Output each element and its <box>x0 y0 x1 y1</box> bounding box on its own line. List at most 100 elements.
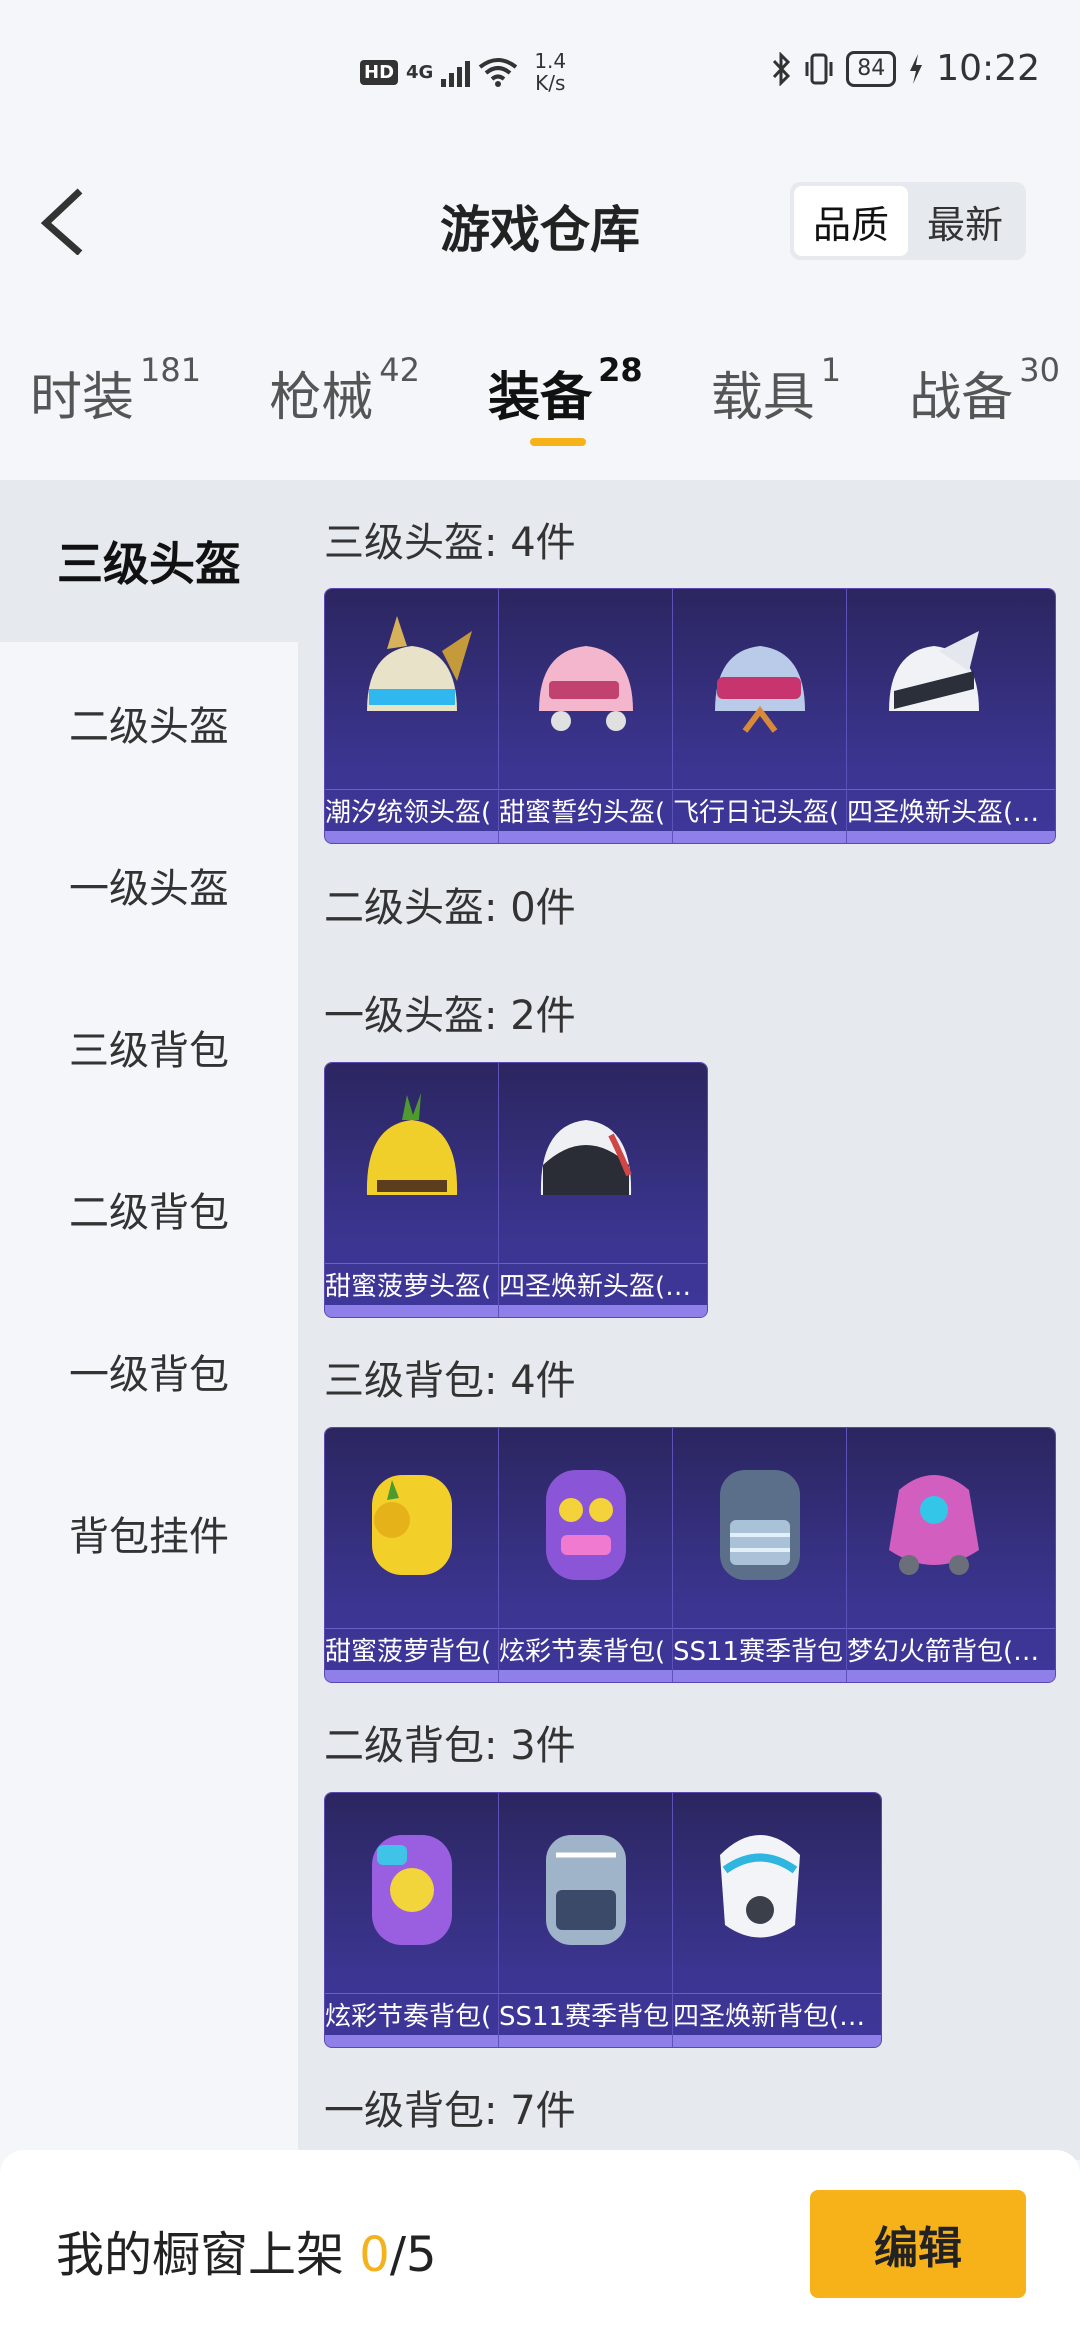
status-right: 84 10:22 <box>770 48 1040 89</box>
backpack-icon <box>372 1835 452 1945</box>
tab-fashion[interactable]: 时装 181 <box>30 351 201 430</box>
item-card[interactable]: 炫彩节奏背包( <box>325 1793 499 2047</box>
item-card[interactable]: 四圣焕新头盔(… <box>499 1063 707 1317</box>
wifi-icon <box>479 58 518 87</box>
tab-label: 枪械 <box>269 368 374 428</box>
tab-guns[interactable]: 枪械 42 <box>269 351 420 430</box>
edit-button[interactable]: 编辑 <box>810 2190 1026 2298</box>
section-title: 一级头盔: 2件 <box>324 993 576 1039</box>
section-title: 一级背包: 7件 <box>324 2088 576 2134</box>
tab-label: 载具 <box>710 368 815 428</box>
item-card[interactable]: 飞行日记头盔( <box>673 589 847 843</box>
item-name: SS11赛季背包 <box>673 1628 846 1668</box>
sidebar-item-helmet-3[interactable]: 三级头盔 <box>0 480 298 642</box>
item-name: 炫彩节奏背包( <box>499 1628 672 1668</box>
rarity-bar <box>673 2035 881 2047</box>
backpack-icon <box>546 1835 626 1945</box>
helmet-icon <box>539 646 633 731</box>
status-bar: HD 4G 1.4 K/s 84 10:22 <box>0 0 1080 150</box>
item-card[interactable]: SS11赛季背包 <box>673 1428 847 1682</box>
sidebar-item-helmet-1[interactable]: 一级头盔 <box>0 804 298 966</box>
bluetooth-icon <box>773 51 791 86</box>
card-row-backpack-3: 甜蜜菠萝背包( 炫彩节奏背包( SS11赛季背包 梦幻火箭背包(… <box>324 1427 1056 1683</box>
showcase-count: 0 <box>359 2227 390 2283</box>
rarity-bar <box>325 831 498 843</box>
tab-label: 时装 <box>30 368 135 428</box>
rarity-bar <box>325 1305 498 1317</box>
tab-label: 装备 <box>488 368 593 428</box>
rarity-bar <box>847 1670 1055 1682</box>
item-name: 四圣焕新背包(… <box>673 1993 881 2033</box>
sidebar-item-backpack-charm[interactable]: 背包挂件 <box>0 1452 298 1614</box>
signal-icon <box>441 57 471 87</box>
backpack-icon <box>546 1470 626 1580</box>
sidebar-item-backpack-3[interactable]: 三级背包 <box>0 966 298 1128</box>
charging-icon <box>910 53 923 84</box>
item-card[interactable]: 潮汐统领头盔( <box>325 589 499 843</box>
tab-count: 30 <box>1019 351 1060 389</box>
helmet-icon <box>715 646 805 733</box>
tab-count: 181 <box>140 351 202 389</box>
item-name: 炫彩节奏背包( <box>325 1993 498 2033</box>
helmet-icon <box>540 1120 632 1195</box>
card-row-backpack-2: 炫彩节奏背包( SS11赛季背包 四圣焕新背包(… <box>324 1792 882 2048</box>
sort-quality[interactable]: 品质 <box>794 186 908 256</box>
item-name: 甜蜜誓约头盔( <box>499 789 672 829</box>
status-left: HD 4G 1.4 K/s <box>360 50 566 94</box>
item-card[interactable]: 甜蜜誓约头盔( <box>499 589 673 843</box>
backpack-icon <box>889 1475 979 1575</box>
item-card[interactable]: 甜蜜菠萝头盔( <box>325 1063 499 1317</box>
item-card[interactable]: SS11赛季背包 <box>499 1793 673 2047</box>
showcase-status: 我的橱窗上架 0/5 <box>56 2215 437 2285</box>
tab-label: 战备 <box>909 368 1014 428</box>
tab-supplies[interactable]: 战备 30 <box>909 351 1060 430</box>
item-name: 潮汐统领头盔( <box>325 789 498 829</box>
backpack-icon <box>720 1835 800 1938</box>
tab-count: 1 <box>820 351 842 389</box>
rarity-bar <box>325 2035 498 2047</box>
tab-indicator <box>530 438 586 446</box>
rarity-bar <box>499 2035 672 2047</box>
vibrate-icon <box>805 53 833 84</box>
tab-equipment[interactable]: 装备 28 <box>488 351 643 430</box>
rarity-bar <box>847 831 1055 843</box>
sidebar-item-backpack-1[interactable]: 一级背包 <box>0 1290 298 1452</box>
item-card[interactable]: 炫彩节奏背包( <box>499 1428 673 1682</box>
section-title: 三级头盔: 4件 <box>324 520 576 566</box>
tab-count: 28 <box>598 351 643 389</box>
item-name: 四圣焕新头盔(… <box>847 789 1055 829</box>
helmet-icon <box>366 1093 458 1195</box>
item-card[interactable]: 四圣焕新背包(… <box>673 1793 881 2047</box>
helmet-icon <box>889 631 979 711</box>
rarity-bar <box>673 831 846 843</box>
tab-vehicles[interactable]: 载具 1 <box>710 351 841 430</box>
sidebar: 三级头盔 二级头盔 一级头盔 三级背包 二级背包 一级背包 背包挂件 <box>0 480 298 2160</box>
showcase-total: /5 <box>389 2227 437 2283</box>
rarity-bar <box>499 1305 707 1317</box>
speed-value: 1.4 <box>534 49 567 73</box>
item-name: SS11赛季背包 <box>499 1993 672 2033</box>
rarity-bar <box>499 831 672 843</box>
network-speed: 1.4 K/s <box>534 50 566 94</box>
clock: 10:22 <box>936 48 1040 89</box>
item-card[interactable]: 四圣焕新头盔(… <box>847 589 1055 843</box>
item-card[interactable]: 梦幻火箭背包(… <box>847 1428 1055 1682</box>
sidebar-item-helmet-2[interactable]: 二级头盔 <box>0 642 298 804</box>
category-tabs: 时装 181 枪械 42 装备 28 载具 1 战备 30 <box>30 351 1060 430</box>
item-name: 四圣焕新头盔(… <box>499 1263 707 1303</box>
showcase-label: 我的橱窗上架 <box>56 2227 360 2283</box>
sort-toggle[interactable]: 品质 最新 <box>790 182 1026 260</box>
rarity-bar <box>325 1670 498 1682</box>
item-card[interactable]: 甜蜜菠萝背包( <box>325 1428 499 1682</box>
backpack-icon <box>720 1470 800 1580</box>
item-name: 甜蜜菠萝头盔( <box>325 1263 498 1303</box>
section-title: 三级背包: 4件 <box>324 1358 576 1404</box>
sort-newest[interactable]: 最新 <box>908 186 1022 256</box>
rarity-bar <box>499 1670 672 1682</box>
item-list[interactable]: 三级头盔: 4件 潮汐统领头盔( 甜蜜誓约头盔(飞行日记头盔(四圣焕新头盔(… <box>298 480 1080 2160</box>
hd-icon: HD <box>360 59 399 85</box>
item-name: 甜蜜菠萝背包( <box>325 1628 498 1668</box>
item-name: 飞行日记头盔( <box>673 789 846 829</box>
network-type: 4G <box>406 61 434 83</box>
sidebar-item-backpack-2[interactable]: 二级背包 <box>0 1128 298 1290</box>
